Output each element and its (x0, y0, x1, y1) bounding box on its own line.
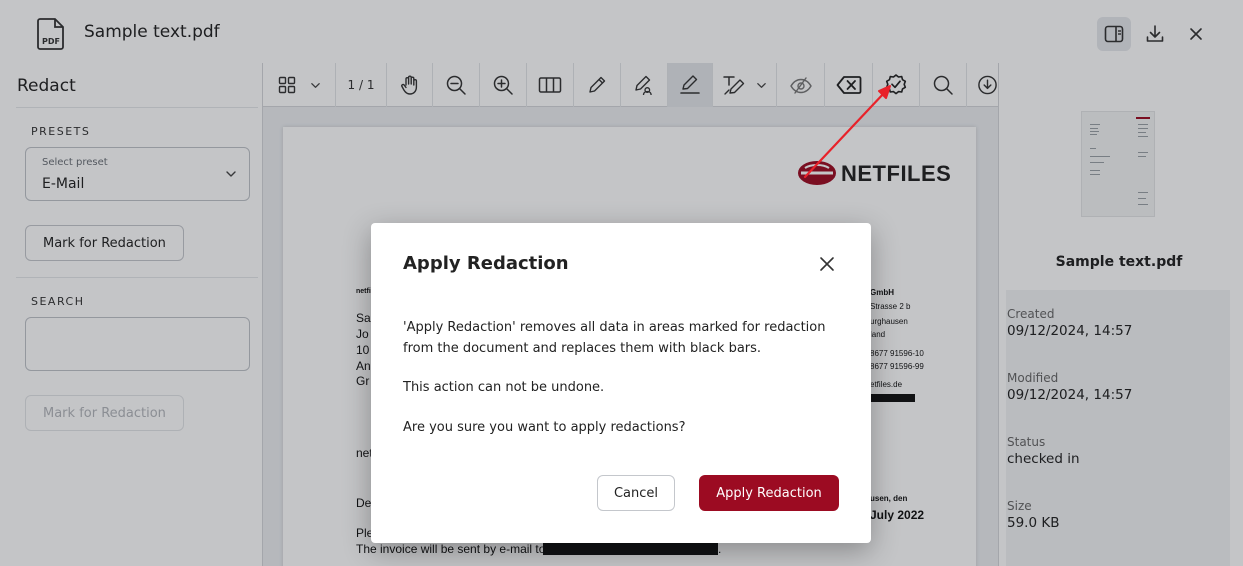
cancel-button[interactable]: Cancel (597, 475, 675, 511)
dialog-warning-text: This action can not be undone. (403, 380, 605, 395)
dialog-question-text: Are you sure you want to apply redaction… (403, 420, 686, 435)
dialog-body-text: 'Apply Redaction' removes all data in ar… (403, 320, 826, 356)
close-icon (820, 257, 834, 271)
dialog-title: Apply Redaction (403, 253, 569, 274)
apply-redaction-dialog: Apply Redaction 'Apply Redaction' remove… (371, 223, 871, 543)
apply-redaction-button[interactable]: Apply Redaction (699, 475, 839, 511)
dialog-close-button[interactable] (817, 254, 837, 274)
